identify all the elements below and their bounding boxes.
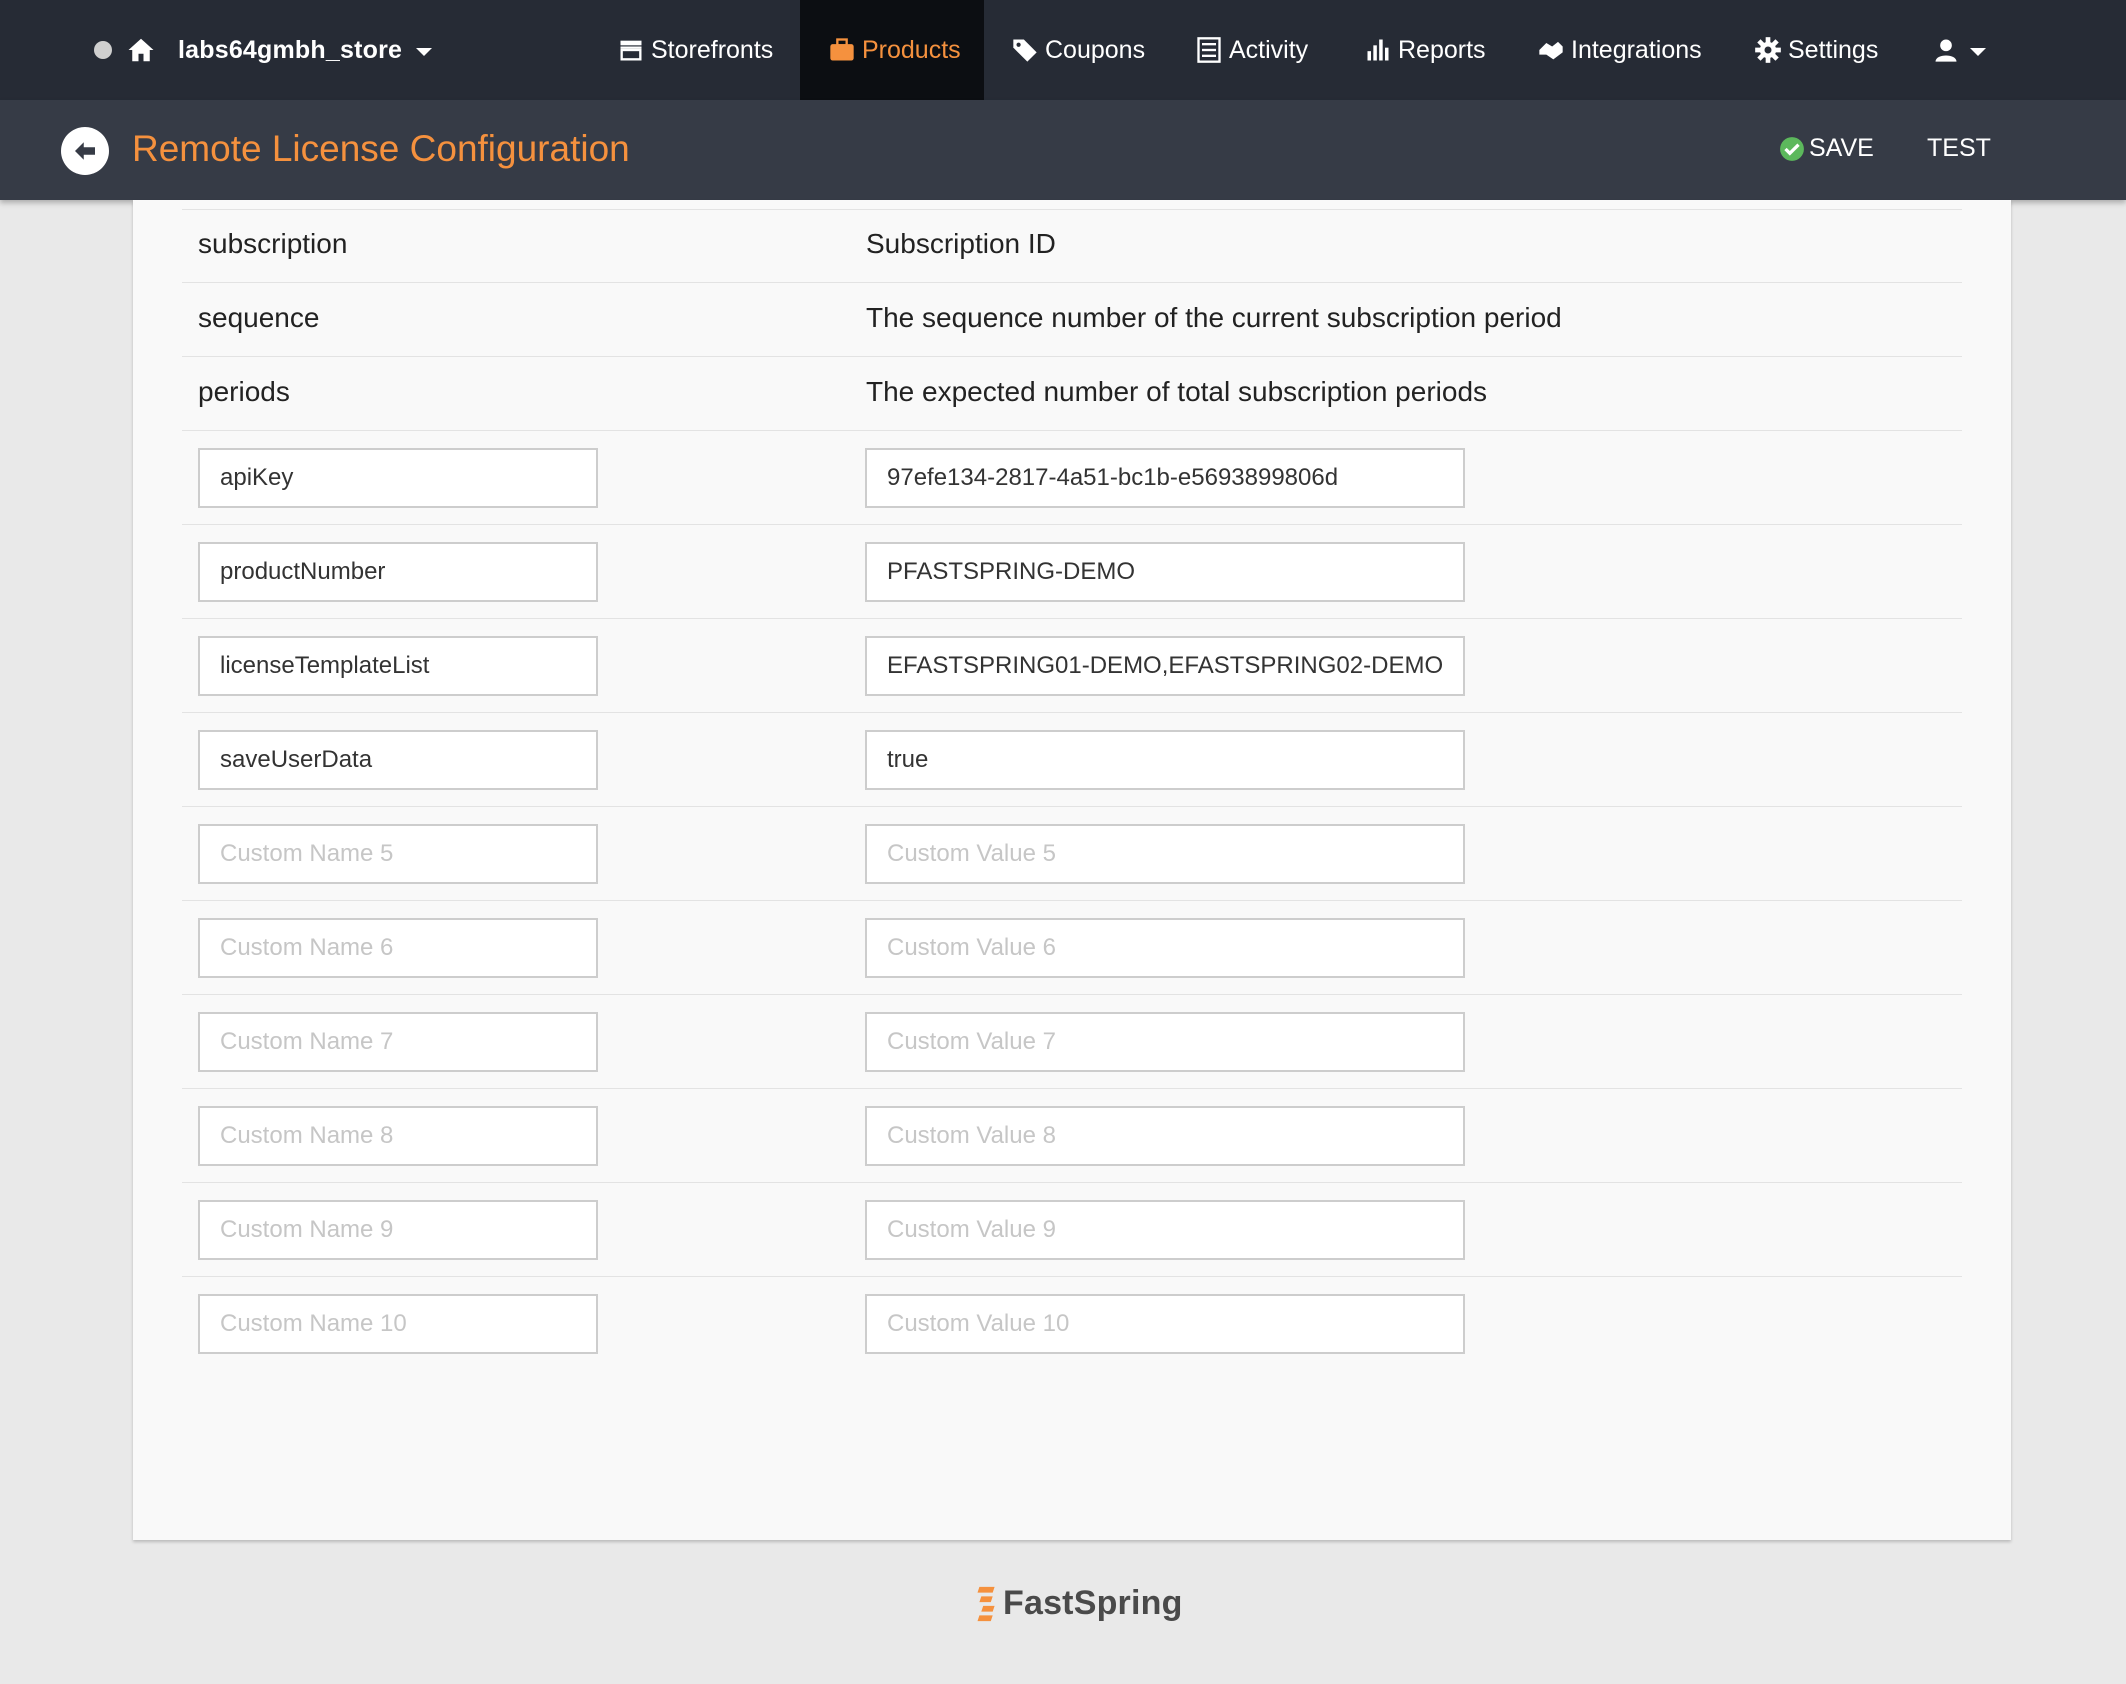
- store-switcher[interactable]: labs64gmbh_store: [94, 0, 433, 100]
- info-key: sequence: [198, 302, 320, 333]
- param-row: [182, 431, 1962, 525]
- info-key: periods: [198, 376, 290, 407]
- param-name-input[interactable]: [198, 636, 598, 696]
- save-label: SAVE: [1809, 134, 1874, 162]
- nav-label: Integrations: [1571, 35, 1702, 64]
- page-title: Remote License Configuration: [132, 128, 630, 169]
- custom-value-input[interactable]: [865, 1106, 1465, 1166]
- param-row: [182, 619, 1962, 713]
- param-value-input[interactable]: [865, 542, 1465, 602]
- back-button[interactable]: [61, 127, 109, 175]
- param-name-input[interactable]: [198, 730, 598, 790]
- custom-name-input[interactable]: [198, 824, 598, 884]
- param-row: [182, 1183, 1962, 1277]
- tag-icon: [1013, 39, 1037, 62]
- param-row: [182, 525, 1962, 619]
- info-desc: The sequence number of the current subsc…: [866, 302, 1562, 333]
- custom-value-input[interactable]: [865, 918, 1465, 978]
- info-key: subscription: [198, 228, 348, 259]
- nav-label: Settings: [1788, 35, 1879, 64]
- nav-settings[interactable]: Settings: [1754, 0, 1878, 100]
- info-row: periods The expected number of total sub…: [182, 357, 1962, 431]
- chevron-down-icon[interactable]: [416, 47, 433, 56]
- status-dot: [94, 41, 112, 59]
- nav-activity[interactable]: Activity: [1195, 0, 1308, 100]
- fastspring-mark-icon: [977, 1586, 995, 1621]
- param-name-input[interactable]: [198, 542, 598, 602]
- user-menu[interactable]: [1932, 0, 1986, 100]
- param-row: [182, 901, 1962, 995]
- param-value-input[interactable]: [865, 636, 1465, 696]
- param-row: [182, 1089, 1962, 1183]
- save-button[interactable]: SAVE: [1779, 134, 1874, 163]
- top-nav: labs64gmbh_store Storefronts Products Co…: [0, 0, 2126, 100]
- list-icon: [1197, 37, 1221, 63]
- param-row: [182, 807, 1962, 901]
- nav-products[interactable]: Products: [800, 0, 984, 100]
- param-value-input[interactable]: [865, 730, 1465, 790]
- info-row: sequence The sequence number of the curr…: [182, 283, 1962, 357]
- page-header: Remote License Configuration SAVE TEST: [0, 100, 2126, 200]
- handshake-icon: [1539, 41, 1563, 60]
- storefront-icon: [620, 40, 642, 61]
- nav-reports[interactable]: Reports: [1364, 0, 1486, 100]
- home-icon[interactable]: [126, 35, 156, 65]
- store-name[interactable]: labs64gmbh_store: [178, 36, 402, 65]
- user-icon: [1935, 39, 1957, 62]
- brand-name: FastSpring: [1003, 1584, 1183, 1622]
- custom-value-input[interactable]: [865, 824, 1465, 884]
- custom-value-input[interactable]: [865, 1012, 1465, 1072]
- nav-integrations[interactable]: Integrations: [1537, 0, 1702, 100]
- param-row: [182, 995, 1962, 1089]
- custom-value-input[interactable]: [865, 1294, 1465, 1354]
- param-name-input[interactable]: [198, 448, 598, 508]
- gear-icon: [1755, 37, 1781, 63]
- custom-name-input[interactable]: [198, 1012, 598, 1072]
- param-row: [182, 713, 1962, 807]
- custom-value-input[interactable]: [865, 1200, 1465, 1260]
- fastspring-logo: FastSpring: [977, 1584, 1183, 1623]
- nav-label: Activity: [1229, 35, 1309, 64]
- nav-label: Storefronts: [651, 35, 774, 64]
- nav-label: Products: [862, 35, 961, 64]
- info-desc: The expected number of total subscriptio…: [866, 376, 1488, 407]
- config-panel: subscription Subscription ID sequence Th…: [133, 200, 2011, 1540]
- bar-chart-icon: [1367, 39, 1389, 61]
- param-value-input[interactable]: [865, 448, 1465, 508]
- check-circle-icon: [1780, 136, 1804, 161]
- info-desc: Subscription ID: [866, 228, 1056, 259]
- info-row: subscription Subscription ID: [182, 209, 1962, 283]
- custom-name-input[interactable]: [198, 1294, 598, 1354]
- custom-name-input[interactable]: [198, 918, 598, 978]
- nav-label: Coupons: [1045, 35, 1146, 64]
- test-button[interactable]: TEST: [1927, 134, 1991, 163]
- nav-storefronts[interactable]: Storefronts: [617, 0, 773, 100]
- custom-name-input[interactable]: [198, 1200, 598, 1260]
- arrow-left-icon: [75, 142, 95, 160]
- param-row: [182, 1277, 1962, 1371]
- briefcase-icon: [830, 38, 854, 61]
- nav-coupons[interactable]: Coupons: [1011, 0, 1145, 100]
- custom-name-input[interactable]: [198, 1106, 598, 1166]
- chevron-down-icon: [1970, 47, 1986, 56]
- nav-label: Reports: [1398, 35, 1486, 64]
